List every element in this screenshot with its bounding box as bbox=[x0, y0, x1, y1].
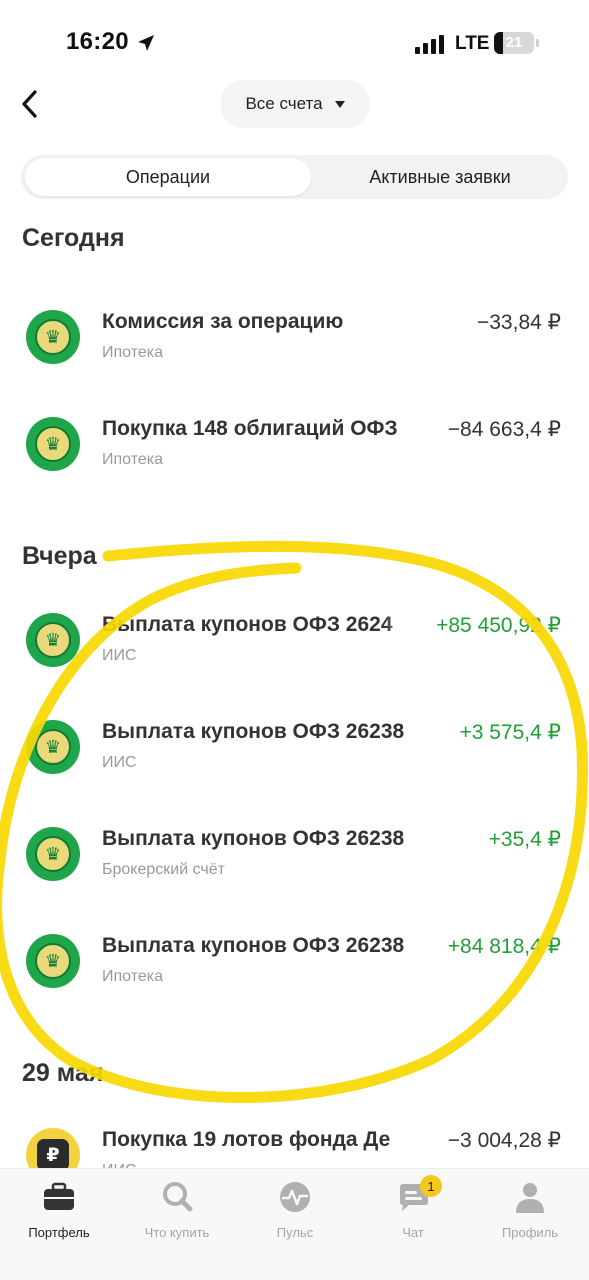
operation-row[interactable]: ♛ Выплата купонов ОФЗ 26238 Ипотека +84 … bbox=[0, 934, 589, 1024]
search-icon bbox=[163, 1182, 193, 1212]
network-type: LTE bbox=[455, 33, 490, 54]
operation-amount: −33,84 ₽ bbox=[476, 311, 561, 334]
location-arrow-icon bbox=[138, 35, 154, 51]
tab-label: Профиль bbox=[501, 1225, 559, 1240]
operation-amount: +84 818,4 ₽ bbox=[447, 935, 561, 958]
battery-level: 21 bbox=[505, 34, 523, 51]
operation-row[interactable]: ♛ Выплата купонов ОФЗ 26238 ИИС +3 575,4… bbox=[0, 720, 589, 810]
operation-amount: −84 663,4 ₽ bbox=[447, 418, 561, 441]
section-title-yesterday: Вчера bbox=[22, 542, 97, 570]
tab-active-orders[interactable]: Активные заявки bbox=[315, 158, 565, 196]
operation-title: Выплата купонов ОФЗ 2624 bbox=[102, 613, 410, 637]
tab-operations[interactable]: Операции bbox=[25, 158, 311, 196]
tab-label: Чат bbox=[402, 1225, 424, 1240]
section-title-today: Сегодня bbox=[22, 224, 125, 252]
tab-pulse[interactable]: Пульс bbox=[236, 1179, 354, 1249]
battery-tip bbox=[536, 39, 539, 47]
operation-account: Ипотека bbox=[102, 451, 164, 468]
operation-amount: +85 450,92 ₽ bbox=[436, 614, 561, 637]
status-time: 16:20 bbox=[66, 28, 129, 55]
operation-title: Выплата купонов ОФЗ 26238 bbox=[102, 934, 405, 957]
bond-issuer-logo-icon: ♛ bbox=[26, 613, 80, 667]
account-selector-label: Все счета bbox=[245, 94, 323, 113]
battery-icon: 21 bbox=[494, 32, 534, 54]
operation-row[interactable]: ♛ Выплата купонов ОФЗ 2624 ИИС +85 450,9… bbox=[0, 613, 589, 703]
tab-what-to-buy[interactable]: Что купить bbox=[118, 1179, 236, 1249]
bond-issuer-logo-icon: ♛ bbox=[26, 934, 80, 988]
tab-portfolio[interactable]: Портфель bbox=[0, 1179, 118, 1249]
account-selector[interactable]: Все счета bbox=[220, 80, 370, 128]
operation-title: Покупка 148 облигаций ОФЗ bbox=[102, 417, 422, 441]
operation-account: Брокерский счёт bbox=[102, 861, 225, 878]
tab-chat[interactable]: 1 Чат bbox=[354, 1175, 472, 1249]
operations-segmented-control: Операции Активные заявки bbox=[21, 155, 568, 199]
pulse-icon bbox=[280, 1182, 310, 1212]
operation-title: Выплата купонов ОФЗ 26238 bbox=[102, 720, 405, 743]
section-title-may-29: 29 мая bbox=[22, 1059, 104, 1087]
chevron-left-icon bbox=[22, 90, 37, 118]
tab-label: Что купить bbox=[144, 1225, 210, 1240]
caret-down-icon bbox=[334, 100, 345, 108]
bond-issuer-logo-icon: ♛ bbox=[26, 417, 80, 471]
operation-account: Ипотека bbox=[102, 344, 164, 361]
tab-profile[interactable]: Профиль bbox=[471, 1179, 589, 1249]
cellular-signal-icon bbox=[415, 35, 444, 54]
operation-amount: +35,4 ₽ bbox=[488, 828, 561, 851]
operation-title: Выплата купонов ОФЗ 26238 bbox=[102, 827, 405, 850]
profile-icon bbox=[516, 1183, 544, 1213]
operation-row[interactable]: ♛ Выплата купонов ОФЗ 26238 Брокерский с… bbox=[0, 827, 589, 917]
briefcase-icon bbox=[44, 1182, 74, 1210]
bond-issuer-logo-icon: ♛ bbox=[26, 310, 80, 364]
operation-row[interactable]: ♛ Покупка 148 облигаций ОФЗ Ипотека −84 … bbox=[0, 417, 589, 507]
operation-title: Покупка 19 лотов фонда Де bbox=[102, 1128, 422, 1152]
operation-account: Ипотека bbox=[102, 968, 164, 985]
operation-account: ИИС bbox=[102, 754, 137, 771]
operation-title: Комиссия за операцию bbox=[102, 310, 344, 333]
operation-row[interactable]: ♛ Комиссия за операцию Ипотека −33,84 ₽ bbox=[0, 310, 589, 400]
operation-amount: +3 575,4 ₽ bbox=[459, 721, 561, 744]
bond-issuer-logo-icon: ♛ bbox=[26, 720, 80, 774]
bond-issuer-logo-icon: ♛ bbox=[26, 827, 80, 881]
tab-label: Пульс bbox=[276, 1225, 314, 1240]
operation-account: ИИС bbox=[102, 647, 137, 664]
operation-amount: −3 004,28 ₽ bbox=[447, 1129, 561, 1152]
chat-unread-badge: 1 bbox=[420, 1175, 442, 1197]
back-button[interactable] bbox=[10, 84, 50, 124]
bottom-tab-bar: Портфель Что купить Пульс 1 Чат Профиль bbox=[0, 1168, 589, 1280]
status-bar: 16:20 LTE 21 bbox=[0, 0, 589, 88]
tab-label: Портфель bbox=[28, 1225, 90, 1240]
